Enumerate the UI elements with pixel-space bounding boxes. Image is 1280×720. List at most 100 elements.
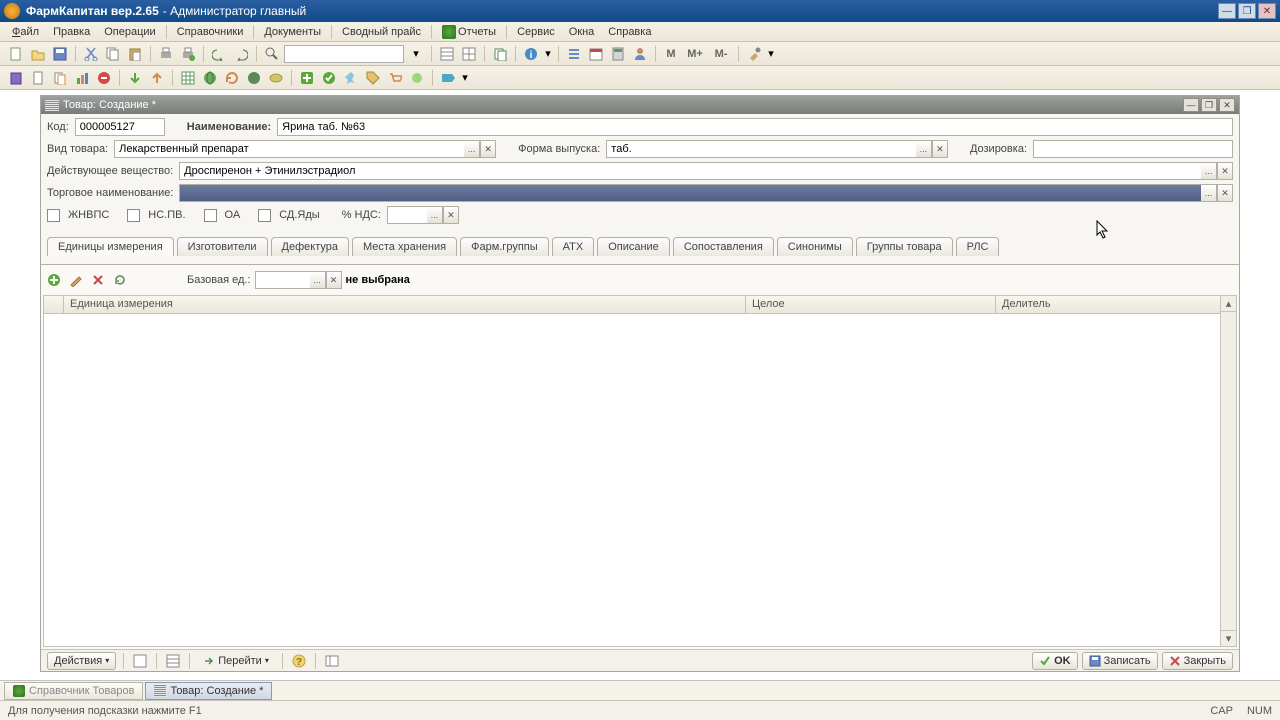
tab-pharmgroups[interactable]: Фарм.группы <box>460 237 549 256</box>
inner-close[interactable]: ✕ <box>1219 98 1235 112</box>
tab-units[interactable]: Единицы измерения <box>47 237 174 256</box>
menu-price[interactable]: Сводный прайс <box>336 24 427 40</box>
menu-file[interactable]: ФФайлайл <box>6 24 45 40</box>
cut-icon[interactable] <box>81 44 101 64</box>
input-name[interactable] <box>277 118 1233 136</box>
col-divider[interactable]: Делитель◇ <box>996 296 1236 313</box>
restore-button[interactable]: ❐ <box>1238 3 1256 19</box>
list-icon[interactable] <box>437 44 457 64</box>
up-icon[interactable] <box>147 68 167 88</box>
type-select-btn[interactable]: ... <box>464 140 480 158</box>
redo-icon[interactable] <box>231 44 251 64</box>
save-icon[interactable] <box>50 44 70 64</box>
bb-icon2[interactable] <box>164 652 182 670</box>
close-button[interactable]: ✕ <box>1258 3 1276 19</box>
open-icon[interactable] <box>28 44 48 64</box>
tab-rls[interactable]: РЛС <box>956 237 1000 256</box>
list2-icon[interactable] <box>564 44 584 64</box>
tab-storage[interactable]: Места хранения <box>352 237 457 256</box>
checkbox-nspv[interactable] <box>127 209 140 222</box>
checkbox-zhnvps[interactable] <box>47 209 60 222</box>
nds-select-btn[interactable]: ... <box>427 206 443 224</box>
docs-icon[interactable] <box>50 68 70 88</box>
taskbtn-create[interactable]: Товар: Создание * <box>145 682 272 700</box>
close-form-button[interactable]: Закрыть <box>1162 652 1233 670</box>
menu-service[interactable]: Сервис <box>511 24 561 40</box>
goto-button[interactable]: Перейти ▾ <box>197 653 275 669</box>
menu-windows[interactable]: Окна <box>563 24 601 40</box>
book-icon[interactable] <box>6 68 26 88</box>
checkbox-sdyady[interactable] <box>258 209 271 222</box>
menu-refs[interactable]: Справочники <box>171 24 250 40</box>
bb-icon1[interactable] <box>131 652 149 670</box>
sheet-icon[interactable] <box>178 68 198 88</box>
trade-select-btn[interactable]: ... <box>1201 184 1217 202</box>
input-dosage[interactable] <box>1033 140 1233 158</box>
add-icon[interactable] <box>297 68 317 88</box>
copy2-icon[interactable] <box>490 44 510 64</box>
menu-reports[interactable]: Отчеты <box>436 23 502 41</box>
release-clear-btn[interactable]: ✕ <box>932 140 948 158</box>
menu-help[interactable]: Справка <box>602 24 657 40</box>
col-marker[interactable] <box>44 296 64 313</box>
menu-ops[interactable]: Операции <box>98 24 161 40</box>
col-whole[interactable]: Целое <box>746 296 996 313</box>
paste-icon[interactable] <box>125 44 145 64</box>
input-trade[interactable] <box>179 184 1201 202</box>
menu-docs[interactable]: Документы <box>258 24 327 40</box>
input-type[interactable] <box>114 140 464 158</box>
save-button[interactable]: Записать <box>1082 652 1158 670</box>
dd4-icon[interactable]: ▾ <box>460 68 470 88</box>
tab-match[interactable]: Сопоставления <box>673 237 774 256</box>
coin-icon[interactable] <box>266 68 286 88</box>
minimize-button[interactable]: — <box>1218 3 1236 19</box>
tab-atx[interactable]: АТХ <box>552 237 595 256</box>
down-icon[interactable] <box>125 68 145 88</box>
undo-icon[interactable] <box>209 44 229 64</box>
mem-m[interactable]: M <box>661 44 681 64</box>
calc-icon[interactable] <box>608 44 628 64</box>
disk-icon[interactable] <box>407 68 427 88</box>
search-input[interactable] <box>284 45 404 63</box>
inner-max[interactable]: ❐ <box>1201 98 1217 112</box>
graph-icon[interactable] <box>72 68 92 88</box>
globe-icon[interactable] <box>200 68 220 88</box>
globe2-icon[interactable] <box>244 68 264 88</box>
tab-desc[interactable]: Описание <box>597 237 670 256</box>
input-substance[interactable] <box>179 162 1201 180</box>
grid-icon[interactable] <box>459 44 479 64</box>
print-icon[interactable] <box>156 44 176 64</box>
help-icon[interactable]: ? <box>290 652 308 670</box>
dd2-icon[interactable]: ▾ <box>543 44 553 64</box>
row-add-icon[interactable] <box>45 271 63 289</box>
input-nds[interactable] <box>387 206 427 224</box>
inner-min[interactable]: — <box>1183 98 1199 112</box>
refresh-icon[interactable] <box>222 68 242 88</box>
taskbtn-ref[interactable]: Справочник Товаров <box>4 682 143 700</box>
ok-button[interactable]: OK <box>1032 652 1078 670</box>
substance-select-btn[interactable]: ... <box>1201 162 1217 180</box>
cal-icon[interactable] <box>586 44 606 64</box>
input-baseunit[interactable] <box>255 271 310 289</box>
baseunit-select-btn[interactable]: ... <box>310 271 326 289</box>
doc-icon[interactable] <box>28 68 48 88</box>
user-icon[interactable] <box>630 44 650 64</box>
trade-clear-btn[interactable]: ✕ <box>1217 184 1233 202</box>
tab-defect[interactable]: Дефектура <box>271 237 349 256</box>
substance-clear-btn[interactable]: ✕ <box>1217 162 1233 180</box>
menu-edit[interactable]: Правка <box>47 24 96 40</box>
stop-icon[interactable] <box>94 68 114 88</box>
new-icon[interactable] <box>6 44 26 64</box>
copy-icon[interactable] <box>103 44 123 64</box>
type-clear-btn[interactable]: ✕ <box>480 140 496 158</box>
tool-icon[interactable] <box>744 44 764 64</box>
row-refresh-icon[interactable] <box>111 271 129 289</box>
check-icon[interactable] <box>319 68 339 88</box>
col-unit[interactable]: Единица измерения <box>64 296 746 313</box>
print2-icon[interactable] <box>178 44 198 64</box>
dropdown-icon[interactable]: ▾ <box>406 44 426 64</box>
release-select-btn[interactable]: ... <box>916 140 932 158</box>
bb-icon3[interactable] <box>323 652 341 670</box>
input-code[interactable] <box>75 118 165 136</box>
search-icon[interactable] <box>262 44 282 64</box>
